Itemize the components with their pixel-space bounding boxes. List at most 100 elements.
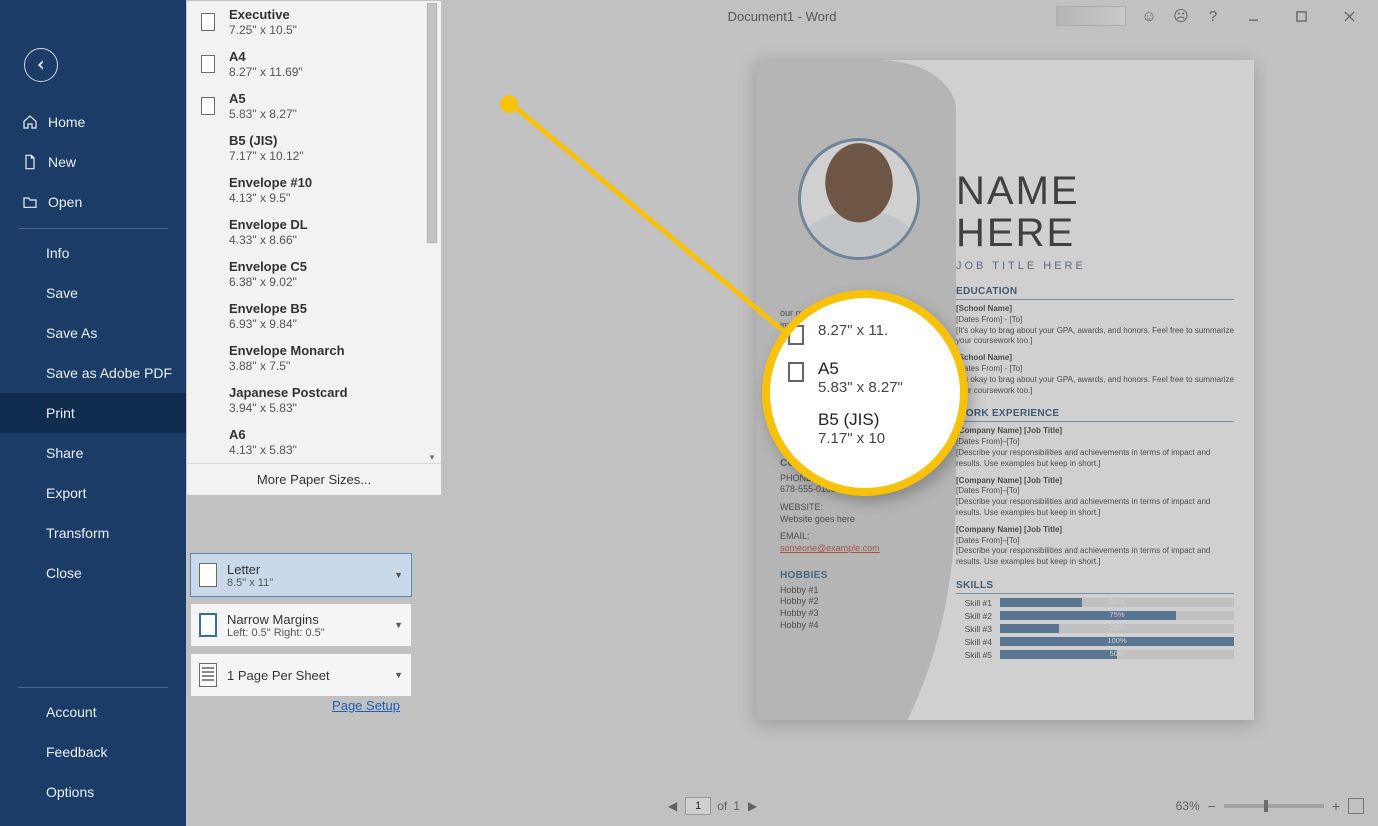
minimize-button[interactable] [1236,4,1270,28]
avatar-photo [798,138,920,260]
sidebar-item-label: Print [46,405,75,421]
sidebar-item-save[interactable]: Save [0,273,186,313]
scrollbar-down-arrow[interactable]: ▾ [427,451,437,463]
sidebar-item-transform[interactable]: Transform [0,513,186,553]
chevron-down-icon: ▼ [394,670,403,680]
maximize-button[interactable] [1284,4,1318,28]
close-button[interactable] [1332,4,1366,28]
pages-icon [199,663,217,687]
prev-page-button[interactable]: ◀ [666,799,679,813]
zoom-out-button[interactable]: − [1208,798,1216,814]
paper-option-name: Envelope DL [229,217,308,232]
school-name: [School Name] [956,353,1234,364]
education-heading: EDUCATION [956,286,1234,300]
sidebar-item-export[interactable]: Export [0,473,186,513]
paper-size-option[interactable]: Japanese Postcard3.94" x 5.83" [187,379,441,421]
paper-size-option[interactable]: Executive7.25" x 10.5" [187,1,441,43]
pages-per-sheet-label: 1 Page Per Sheet [227,668,330,683]
print-preview: our own image in the n. Select the image… [646,60,1364,786]
back-button[interactable] [24,48,58,82]
paper-option-dim: 4.13" x 9.5" [229,191,312,205]
page-setup-link[interactable]: Page Setup [186,698,410,713]
next-page-button[interactable]: ▶ [746,799,759,813]
skill-bar: 75% [1000,611,1234,620]
paper-option-dim: 3.94" x 5.83" [229,401,348,415]
paper-size-option[interactable]: A55.83" x 8.27" [187,85,441,127]
paper-size-option[interactable]: Envelope #104.13" x 9.5" [187,169,441,211]
paper-size-option[interactable]: A48.27" x 11.69" [187,43,441,85]
paper-option-dim: 8.27" x 11.69" [229,65,303,79]
paper-size-option[interactable]: Envelope DL4.33" x 8.66" [187,211,441,253]
margins-name: Narrow Margins [227,612,325,627]
sidebar-item-open[interactable]: Open [0,182,186,222]
zoom-to-fit-button[interactable] [1348,798,1364,814]
margins-icon [199,613,217,637]
paper-option-dim: 5.83" x 8.27" [229,107,297,121]
hobby-item: Hobby #2 [780,596,940,608]
preview-status-bar: ◀ of 1 ▶ 63% − + [666,794,1364,818]
page-icon [201,13,215,31]
dropdown-scrollbar[interactable]: ▾ [425,3,439,463]
work-heading: WORK EXPERIENCE [956,408,1234,422]
paper-option-dim: 7.17" x 10.12" [229,149,304,163]
scrollbar-thumb[interactable] [427,3,437,243]
company-line: [Company Name] [Job Title] [956,476,1234,487]
sidebar-item-save-as[interactable]: Save As [0,313,186,353]
zoom-percent: 63% [1176,799,1200,813]
help-icon[interactable]: ? [1204,7,1222,25]
skill-row: Skill #135% [956,598,1234,608]
zoom-in-button[interactable]: + [1332,798,1340,814]
sidebar-item-new[interactable]: New [0,142,186,182]
paper-option-dim: 4.13" x 5.83" [229,443,297,457]
smile-feedback-icon[interactable]: ☺ [1140,7,1158,25]
pages-per-sheet-selector[interactable]: 1 Page Per Sheet ▼ [190,653,412,697]
email-value: someone@example.com [780,543,940,555]
paper-size-option[interactable]: Envelope Monarch3.88" x 7.5" [187,337,441,379]
sidebar-item-home[interactable]: Home [0,102,186,142]
website-label: WEBSITE: [780,502,940,514]
zoom-slider[interactable] [1224,804,1324,808]
paper-size-selector[interactable]: Letter 8.5" x 11" ▼ [190,553,412,597]
paper-size-option[interactable]: B5 (JIS)7.17" x 10.12" [187,127,441,169]
sidebar-item-print[interactable]: Print [0,393,186,433]
skill-bar: 35% [1000,598,1234,607]
sidebar-item-info[interactable]: Info [0,233,186,273]
sidebar-item-label: Transform [46,525,109,541]
sidebar-divider [18,228,168,229]
paper-size-option[interactable]: A64.13" x 5.83" [187,421,441,463]
page-navigator: ◀ of 1 ▶ [666,797,759,815]
page-number-input[interactable] [685,797,711,815]
work-dates: [Dates From]–[To] [956,536,1234,547]
work-dates: [Dates From]–[To] [956,437,1234,448]
paper-option-name: Executive [229,7,297,22]
company-line: [Company Name] [Job Title] [956,525,1234,536]
skill-label: Skill #3 [956,624,992,634]
frown-feedback-icon[interactable]: ☹ [1172,7,1190,25]
magnifier-callout: 8.27" x 11. A55.83" x 8.27" B5 (JIS)7.17… [762,290,968,496]
sidebar-item-label: New [48,154,76,170]
paper-size-option[interactable]: Envelope B56.93" x 9.84" [187,295,441,337]
sidebar-item-feedback[interactable]: Feedback [0,732,186,772]
sidebar-item-save-as-adobe-pdf[interactable]: Save as Adobe PDF [0,353,186,393]
skill-row: Skill #550% [956,650,1234,660]
paper-size-option[interactable]: Envelope C56.38" x 9.02" [187,253,441,295]
paper-option-dim: 4.33" x 8.66" [229,233,308,247]
more-paper-sizes[interactable]: More Paper Sizes... [187,463,441,495]
sidebar-item-label: Home [48,114,85,130]
skill-bar: 25% [1000,624,1234,633]
paper-option-name: Envelope #10 [229,175,312,190]
paper-option-name: A5 [229,91,297,106]
paper-option-name: Japanese Postcard [229,385,348,400]
user-account-pill[interactable] [1056,6,1126,26]
sidebar-item-options[interactable]: Options [0,772,186,812]
window-title: Document1 - Word [728,9,837,24]
sidebar-item-share[interactable]: Share [0,433,186,473]
sidebar-divider [18,687,168,688]
sidebar-item-close[interactable]: Close [0,553,186,593]
sidebar-item-label: Share [46,445,83,461]
sidebar-item-account[interactable]: Account [0,692,186,732]
work-dates: [Dates From]–[To] [956,486,1234,497]
paper-option-dim: 7.25" x 10.5" [229,23,297,37]
margins-selector[interactable]: Narrow Margins Left: 0.5" Right: 0.5" ▼ [190,603,412,647]
paper-option-name: B5 (JIS) [229,133,304,148]
